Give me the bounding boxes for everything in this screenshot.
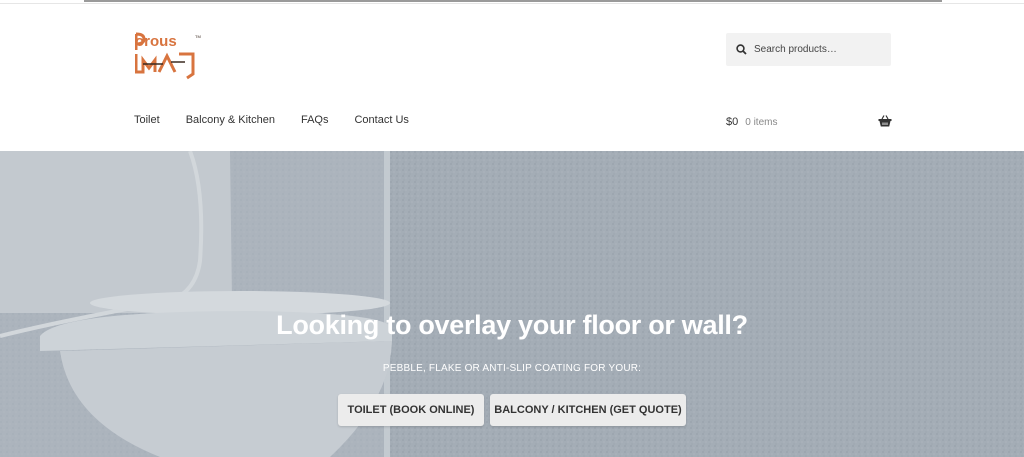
nav-item-contact-us[interactable]: Contact Us <box>354 114 408 126</box>
cart-amount: $0 <box>726 116 739 128</box>
toilet-book-online-button[interactable]: TOILET (BOOK ONLINE) <box>338 394 484 426</box>
nav-item-faqs[interactable]: FAQs <box>301 114 329 126</box>
search-box[interactable] <box>726 33 891 66</box>
svg-text:TM: TM <box>195 34 201 39</box>
basket-icon[interactable] <box>878 114 892 128</box>
hero-subtitle: PEBBLE, FLAKE OR ANTI-SLIP COATING FOR Y… <box>382 363 642 374</box>
browser-top-line <box>84 0 942 2</box>
main-navigation: Toilet Balcony & Kitchen FAQs Contact Us <box>134 114 435 126</box>
search-input[interactable] <box>754 44 884 55</box>
search-icon <box>736 44 747 55</box>
cart-item-count: 0 items <box>745 116 778 128</box>
hero-title: Looking to overlay your floor or wall? <box>276 310 748 340</box>
logo-graphic: orous TM <box>134 32 201 80</box>
nav-item-balcony-kitchen[interactable]: Balcony & Kitchen <box>186 114 275 126</box>
site-logo[interactable]: orous TM <box>134 32 205 80</box>
mini-cart[interactable]: $0 0 items <box>726 114 892 130</box>
balcony-kitchen-get-quote-button[interactable]: BALCONY / KITCHEN (GET QUOTE) <box>490 394 686 426</box>
divider <box>0 3 1024 4</box>
nav-item-toilet[interactable]: Toilet <box>134 114 160 126</box>
